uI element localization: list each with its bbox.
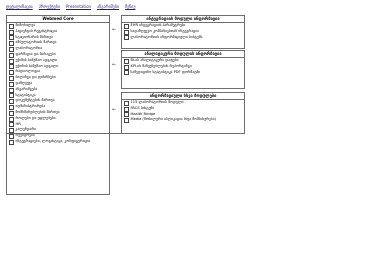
module-checkbox[interactable] xyxy=(9,29,14,35)
module-checkbox[interactable] xyxy=(124,64,129,70)
module-checkbox[interactable] xyxy=(9,23,14,29)
module-checkbox[interactable] xyxy=(124,106,129,112)
module-label: როლები და უფლებები xyxy=(15,115,56,120)
module-list: მიმოხილვა პაციენტის რეგისტრაცია სტაციონარი… xyxy=(7,23,109,145)
menu-item-details[interactable]: დეტალიზაცია xyxy=(6,4,33,9)
module-label: PACS სისტემა xyxy=(130,105,155,110)
list-item[interactable]: ლაბორატორიის ინფორმაციული სისტემა xyxy=(122,35,244,41)
module-checkbox[interactable] xyxy=(124,118,129,124)
module-checkbox[interactable] xyxy=(9,75,14,81)
module-label: Health Bridge xyxy=(130,111,156,116)
analytics-module-panel: ანალიტიკური მოდულის ინფორმაცია BI-ის ანა… xyxy=(121,50,245,89)
module-label: მომხმარებლების მართვა xyxy=(15,109,60,114)
module-checkbox[interactable] xyxy=(9,133,14,139)
panel-title: ინტეგრაციის მოდული ინფორმაცია xyxy=(122,16,244,23)
module-label: ლაბორატორიის ინფორმაციული სისტემა xyxy=(130,34,203,39)
module-list: 115 ლაბორატორიის მოდული PACS სისტემა Healt… xyxy=(122,100,244,124)
panel-title: ინფორმაციული სხვა მოდულები xyxy=(122,93,244,100)
module-label: მიმოხილვა xyxy=(15,23,36,27)
list-item[interactable]: სამედიცინო სტატისტიკა PDF ფორმატში xyxy=(122,70,244,76)
module-label: ბილინგი და ფინანსები xyxy=(15,75,56,80)
move-left-arrow-icon[interactable]: ← xyxy=(112,108,116,113)
module-label: ფარმაცია და მარაგები xyxy=(15,51,56,56)
module-label: ინტეგრაციები, ლოგისტიკა, კონფიგურაცია xyxy=(15,138,91,143)
module-label: Media (მობილური აპლიკაცია სხვა მომსახურე… xyxy=(130,117,217,122)
module-checkbox[interactable] xyxy=(124,58,129,64)
panel-title: Webmed Core xyxy=(7,16,109,23)
module-checkbox[interactable] xyxy=(124,23,129,29)
module-checkbox[interactable] xyxy=(124,29,129,35)
module-label: ადმინისტრირება xyxy=(15,104,46,109)
top-menu-bar: დეტალიზაცია პროექტები Presentation ანგარ… xyxy=(6,2,135,10)
module-list: EHR ინტეგრაციის პარამეტრები სადაზღვევო კო… xyxy=(122,23,244,41)
module-checkbox[interactable] xyxy=(9,110,14,116)
module-label: ამბულატორიის მართვა xyxy=(15,40,57,45)
module-list: BI-ის ანალიტიკური დაფები KPI-ის მაჩვენებლ… xyxy=(122,58,244,76)
module-label: ანგარიშგება xyxy=(15,86,38,91)
menu-item-reports[interactable]: ანგარიშები xyxy=(97,4,119,9)
menu-item-projects[interactable]: პროექტები xyxy=(39,4,60,9)
webmed-core-panel: Webmed Core მიმოხილვა პაციენტის რეგისტრაც… xyxy=(6,15,110,195)
module-label: რადიოლოგია xyxy=(15,69,41,74)
module-checkbox[interactable] xyxy=(9,41,14,47)
module-checkbox[interactable] xyxy=(9,104,14,110)
module-checkbox[interactable] xyxy=(124,70,129,76)
module-checkbox[interactable] xyxy=(9,64,14,70)
module-label: KPI-ის მაჩვენებლების რეპორტინგი xyxy=(130,63,192,68)
module-label: სადაზღვევო კომპანიებთან ინტეგრაცია xyxy=(130,28,199,33)
module-label: პაციენტის რეგისტრაცია xyxy=(15,28,58,33)
module-checkbox[interactable] xyxy=(124,35,129,41)
module-label: ექთნის სამუშაო ადგილი xyxy=(15,63,59,68)
integration-module-panel: ინტეგრაციის მოდული ინფორმაცია EHR ინტეგრ… xyxy=(121,15,245,49)
other-modules-panel: ინფორმაციული სხვა მოდულები 115 ლაბორატორ… xyxy=(121,92,245,134)
module-checkbox[interactable] xyxy=(9,81,14,87)
module-label: ექიმის სამუშაო ადგილი xyxy=(15,57,58,62)
module-checkbox[interactable] xyxy=(9,93,14,99)
module-checkbox[interactable] xyxy=(9,139,14,145)
module-checkbox[interactable] xyxy=(9,58,14,64)
module-label: დაზღვევა xyxy=(15,80,33,85)
module-checkbox[interactable] xyxy=(9,116,14,122)
module-checkbox[interactable] xyxy=(9,99,14,105)
module-checkbox[interactable] xyxy=(9,46,14,52)
module-checkbox[interactable] xyxy=(124,100,129,106)
divider xyxy=(6,133,236,134)
module-label: BI-ის ანალიტიკური დაფები xyxy=(130,58,179,62)
module-checkbox[interactable] xyxy=(124,112,129,118)
module-checkbox[interactable] xyxy=(9,122,14,128)
module-label: სტაციონარის მართვა xyxy=(15,34,53,39)
module-label: კალენდარი xyxy=(15,127,37,132)
module-label: სტატისტიკა xyxy=(15,92,36,97)
module-label: 115 ლაბორატორიის მოდული xyxy=(130,100,184,104)
menu-item-menu[interactable]: მენიუ xyxy=(125,4,135,9)
list-item[interactable]: ინტეგრაციები, ლოგისტიკა, კონფიგურაცია xyxy=(7,139,109,145)
move-left-arrow-icon[interactable]: ← xyxy=(112,63,116,68)
module-checkbox[interactable] xyxy=(9,35,14,41)
module-label: დოკუმენტების მართვა xyxy=(15,98,55,103)
module-label: ლაბორატორია xyxy=(15,46,43,51)
module-checkbox[interactable] xyxy=(9,52,14,58)
module-label: EHR ინტეგრაციის პარამეტრები xyxy=(130,23,186,27)
menu-item-presentation[interactable]: Presentation xyxy=(66,4,91,9)
move-left-arrow-icon[interactable]: ← xyxy=(112,28,116,33)
module-checkbox[interactable] xyxy=(9,87,14,93)
list-item[interactable]: Media (მობილური აპლიკაცია სხვა მომსახურე… xyxy=(122,117,244,124)
module-checkbox[interactable] xyxy=(9,70,14,76)
module-label: სამედიცინო სტატისტიკა PDF ფორმატში xyxy=(130,69,201,74)
panel-title: ანალიტიკური მოდულის ინფორმაცია xyxy=(122,51,244,58)
module-label: HR xyxy=(15,121,21,126)
